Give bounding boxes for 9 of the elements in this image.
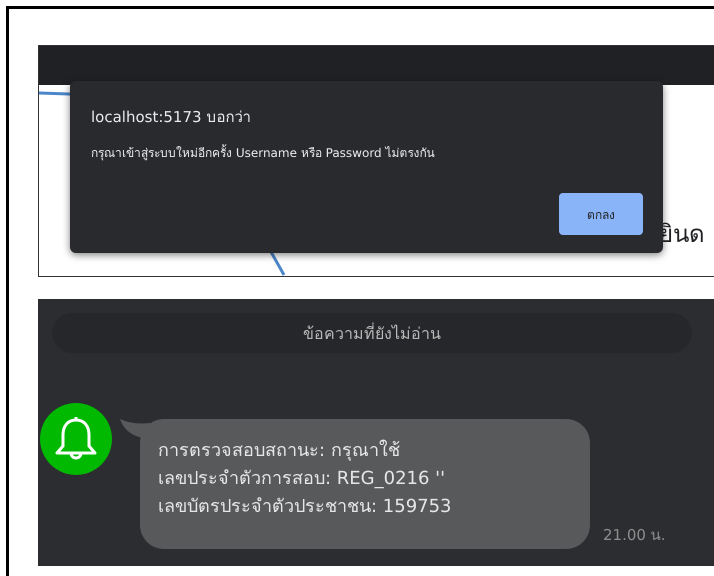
message-line: เลขประจำตัวการสอบ: REG_0216 '' (158, 467, 446, 491)
dialog-message: กรุณาเข้าสู่ระบบใหม่อีกครั้ง Username หรือ Password ไม่ตรงกัน (91, 143, 436, 162)
message-line: เลขบัตรประจำตัวประชาชน: 159753 (158, 495, 452, 519)
unread-divider: ข้อความที่ยังไม่อ่าน (52, 313, 692, 353)
ok-button[interactable]: ตกลง (559, 193, 643, 235)
message-line: การตรวจสอบสถานะ: กรุณาใช้ (158, 438, 401, 463)
message-time: 21.00 น. (603, 525, 666, 546)
dialog-title: localhost:5173 บอกว่า (91, 107, 252, 128)
bell-icon (54, 416, 98, 462)
